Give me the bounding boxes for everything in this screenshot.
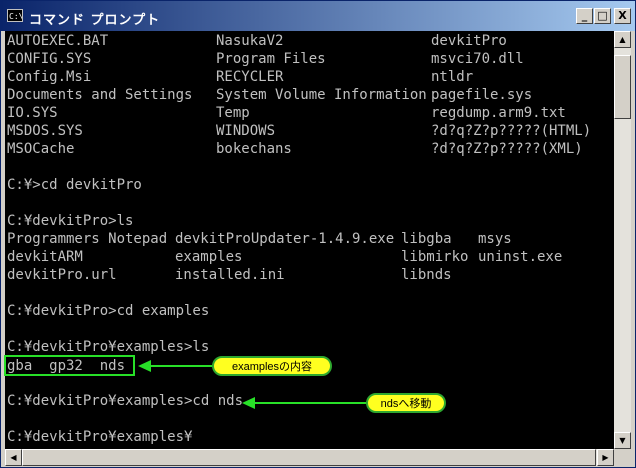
horizontal-scrollbar[interactable]: ◀ ▶	[5, 449, 614, 466]
arrow-right-icon: ▶	[602, 453, 609, 462]
dir-entry: RECYCLER	[216, 69, 284, 85]
dir-entry: CONFIG.SYS	[7, 51, 92, 67]
dir-entry: MSOCache	[7, 141, 75, 157]
current-prompt: C:¥devkitPro¥examples¥	[7, 429, 193, 445]
dir-row: Documents and Settings System Volume Inf…	[7, 87, 532, 105]
dir-row: CONFIG.SYS Program Files msvci70.dll	[7, 51, 524, 69]
command-line: C:¥>cd devkitPro	[7, 177, 142, 193]
maximize-button[interactable]: □	[594, 8, 611, 24]
vertical-scroll-thumb[interactable]	[614, 55, 631, 119]
scroll-left-button[interactable]: ◀	[5, 449, 22, 466]
ls-entry: msys	[478, 231, 512, 247]
ls-entry: devkitARM	[7, 249, 83, 265]
ls-entry: examples	[175, 249, 243, 265]
resize-corner[interactable]	[614, 449, 631, 466]
dir-entry: Config.Msi	[7, 69, 92, 85]
dir-row: AUTOEXEC.BAT NasukaV2 devkitPro	[7, 33, 507, 51]
dir-entry: NasukaV2	[216, 33, 284, 49]
command-line: C:¥devkitPro¥examples>cd nds	[7, 393, 244, 409]
ls-entry: devkitPro.url	[7, 267, 117, 283]
minimize-icon: _	[581, 9, 588, 22]
dir-entry: IO.SYS	[7, 105, 58, 121]
vertical-scrollbar[interactable]: ▲ ▼	[614, 31, 631, 449]
dir-row: MSDOS.SYS WINDOWS ?d?q?Z?p?????(HTML)	[7, 123, 591, 141]
ls-entry: Programmers Notepad	[7, 231, 168, 247]
dir-entry: devkitPro	[431, 33, 507, 49]
dir-entry: msvci70.dll	[431, 51, 524, 67]
dir-entry: Documents and Settings	[7, 87, 193, 103]
command-prompt-window: C:\ コマンド プロンプト _ □ X AUTOEXEC.BAT Nasuka…	[0, 0, 636, 468]
scroll-right-button[interactable]: ▶	[597, 449, 614, 466]
ls-entry: libnds	[401, 267, 452, 283]
dir-row: MSOCache bokechans ?d?q?Z?p?????(XML)	[7, 141, 583, 159]
dir-entry: pagefile.sys	[431, 87, 533, 103]
dir-entry: Temp	[216, 105, 250, 121]
ls-entry: libgba	[401, 231, 452, 247]
console-app-icon[interactable]: C:\	[7, 9, 23, 22]
command-line: C:¥devkitPro>ls	[7, 213, 134, 229]
minimize-button[interactable]: _	[576, 8, 593, 24]
ls-row: Programmers Notepad devkitProUpdater-1.4…	[7, 231, 512, 249]
window-title: コマンド プロンプト	[29, 13, 161, 28]
horizontal-scroll-thumb[interactable]	[22, 449, 596, 466]
dir-entry: AUTOEXEC.BAT	[7, 33, 109, 49]
arrow-up-icon: ▲	[619, 35, 626, 44]
close-icon: X	[618, 9, 627, 22]
dir-row: IO.SYS Temp regdump.arm9.txt	[7, 105, 566, 123]
dir-entry: System Volume Information	[216, 87, 427, 103]
dir-entry: Program Files	[216, 51, 326, 67]
dir-entry: regdump.arm9.txt	[431, 105, 566, 121]
dir-row: Config.Msi RECYCLER ntldr	[7, 69, 473, 87]
dir-entry: ?d?q?Z?p?????(XML)	[431, 141, 583, 157]
examples-callout: examplesの内容	[212, 356, 332, 376]
ls-entry: libmirko	[401, 249, 469, 265]
title-bar[interactable]: C:\ コマンド プロンプト _ □ X	[1, 1, 635, 31]
ls-row: devkitPro.url installed.ini libnds	[7, 267, 452, 285]
nds-callout: ndsへ移動	[366, 393, 446, 413]
examples-highlight-box	[4, 355, 135, 376]
close-button[interactable]: X	[614, 8, 631, 24]
dir-entry: ?d?q?Z?p?????(HTML)	[431, 123, 592, 139]
dir-entry: ntldr	[431, 69, 474, 85]
ls-entry: uninst.exe	[478, 249, 563, 265]
scroll-down-button[interactable]: ▼	[614, 432, 631, 449]
console-output[interactable]: AUTOEXEC.BAT NasukaV2 devkitPro CONFIG.S…	[5, 31, 614, 449]
dir-entry: MSDOS.SYS	[7, 123, 83, 139]
arrow-down-icon: ▼	[619, 436, 626, 445]
maximize-icon: □	[597, 9, 608, 22]
ls-entry: devkitProUpdater-1.4.9.exe	[175, 231, 395, 247]
dir-entry: WINDOWS	[216, 123, 276, 139]
ls-entry: installed.ini	[175, 267, 285, 283]
scroll-up-button[interactable]: ▲	[614, 31, 631, 48]
arrow-left-icon: ◀	[10, 453, 17, 462]
command-line: C:¥devkitPro>cd examples	[7, 303, 210, 319]
dir-entry: bokechans	[216, 141, 292, 157]
ls-row: devkitARM examples libmirko uninst.exe	[7, 249, 562, 267]
